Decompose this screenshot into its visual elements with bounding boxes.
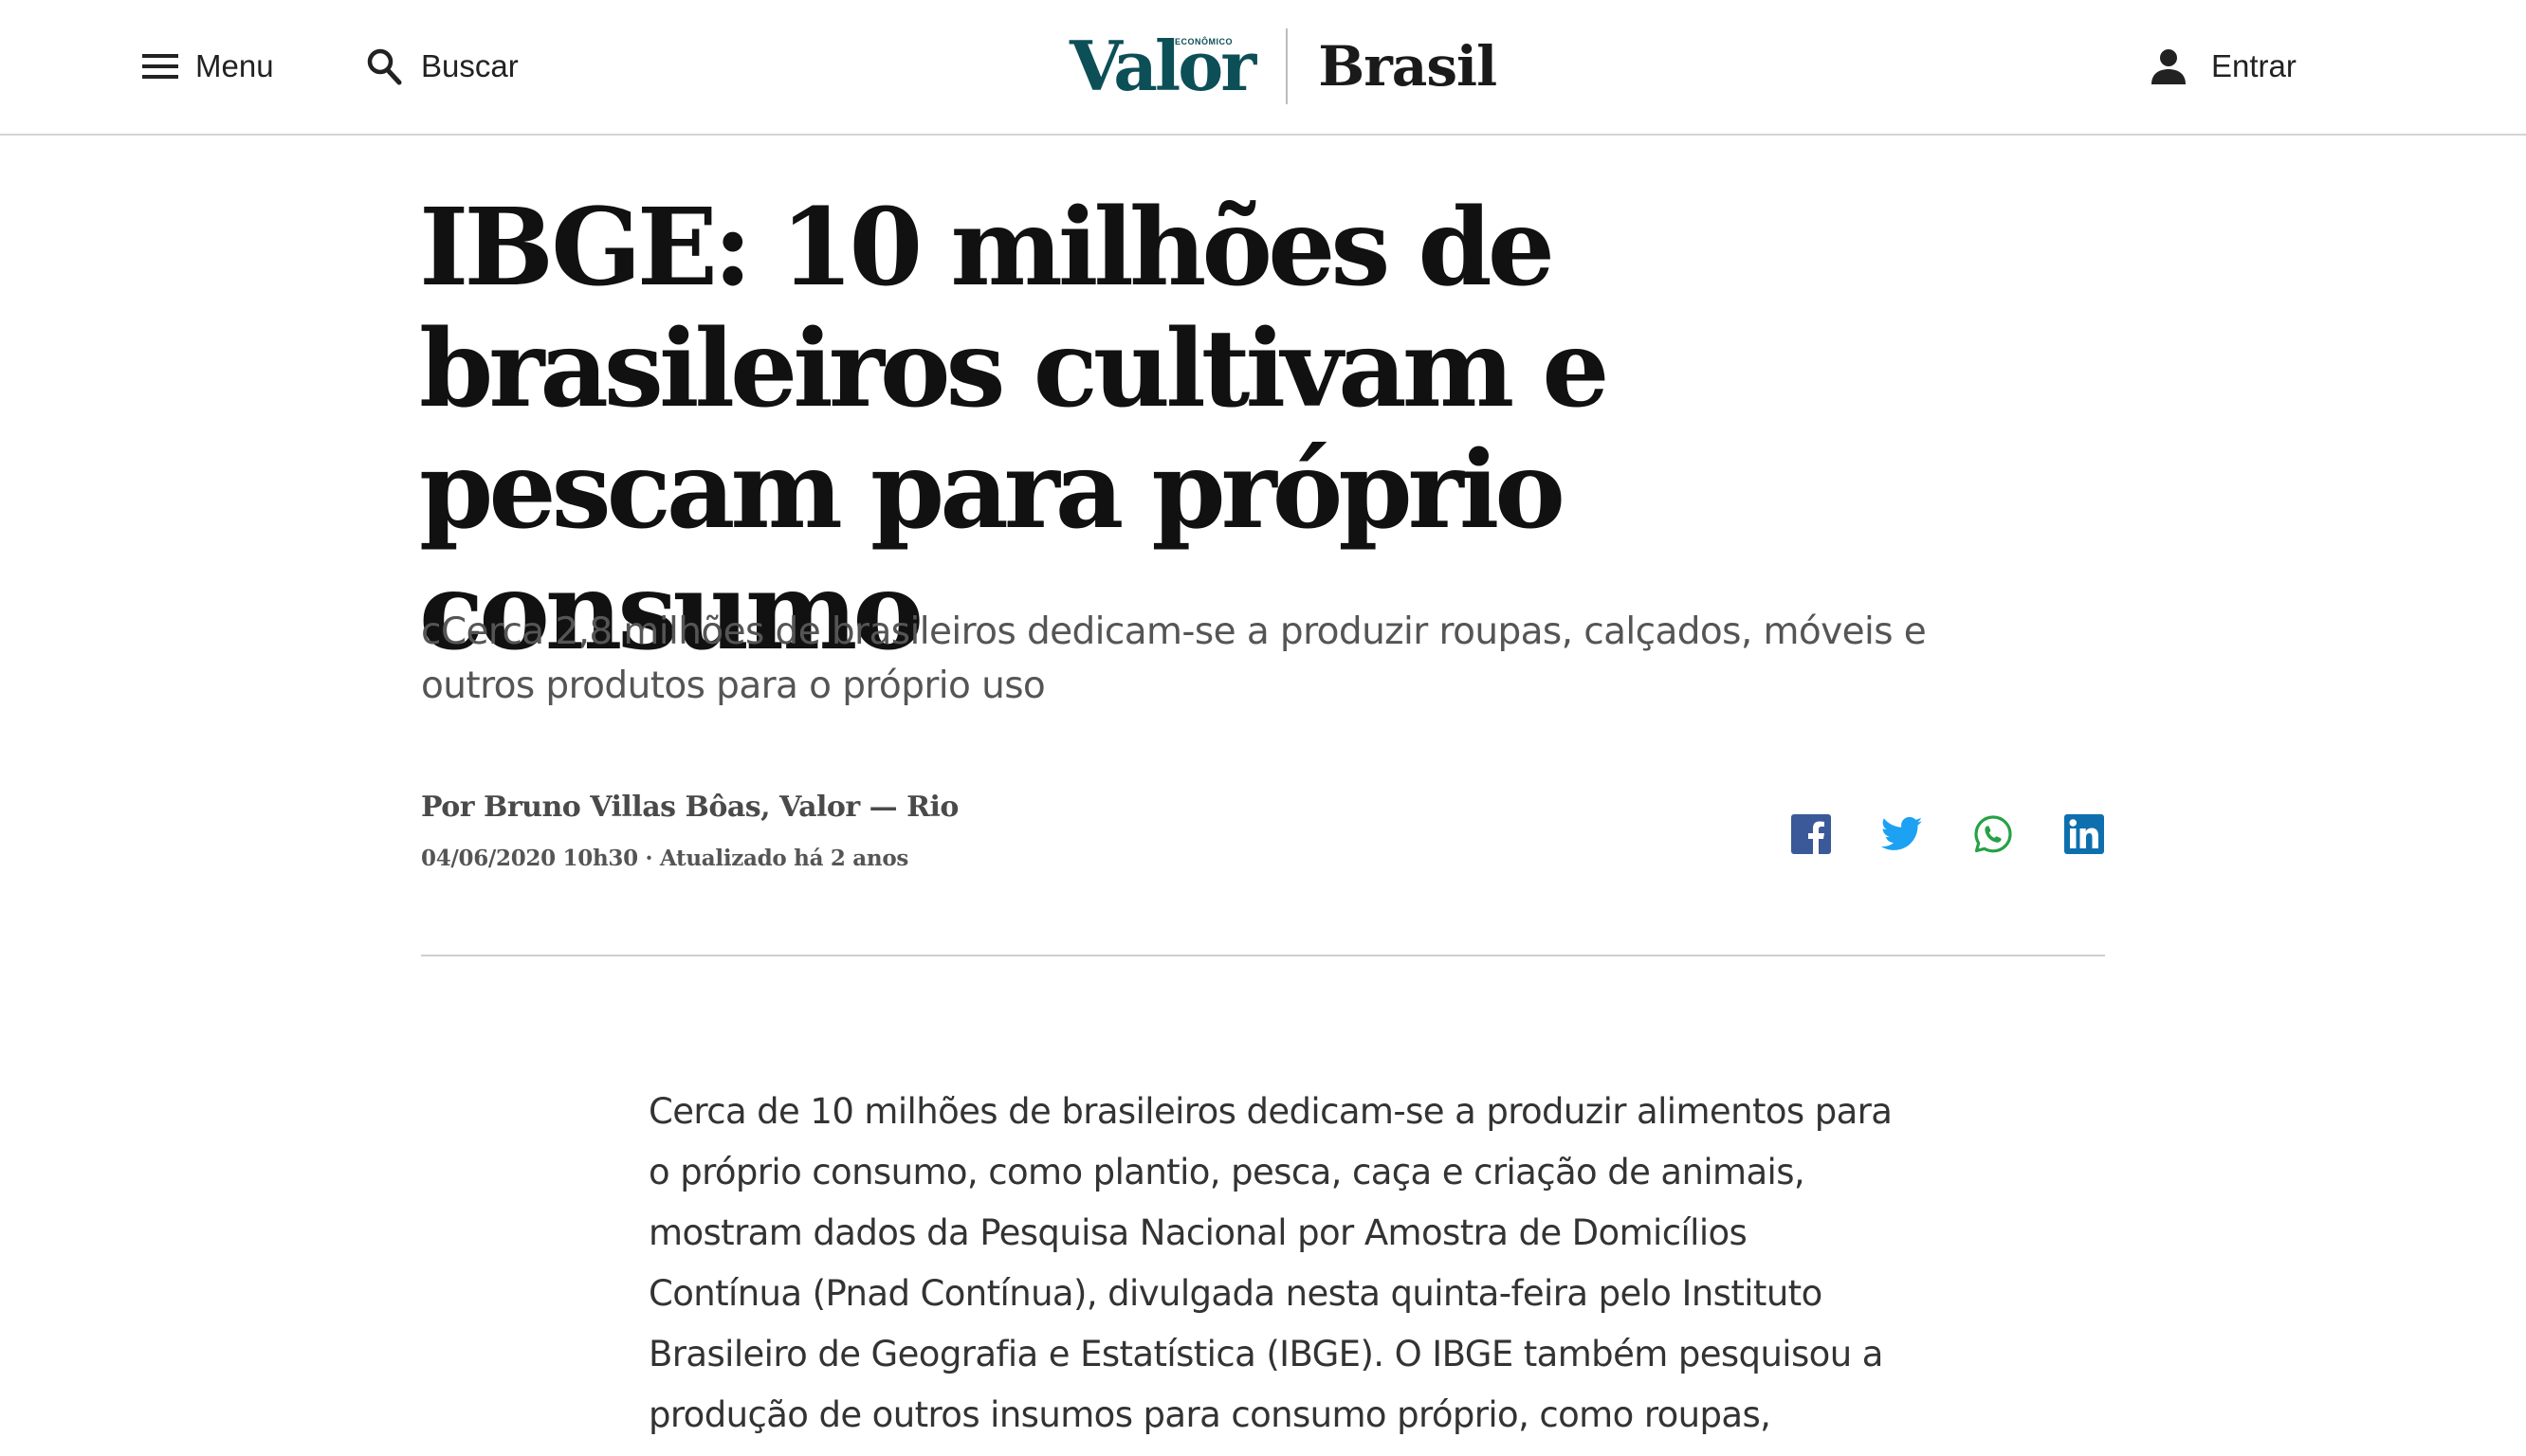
share-facebook-button[interactable] <box>1788 811 1834 857</box>
login-button[interactable]: Entrar <box>2151 36 2297 97</box>
article-byline: Por Bruno Villas Bôas, Valor — Rio <box>421 791 959 824</box>
article-body-paragraph: Cerca de 10 milhões de brasileiros dedic… <box>649 1091 1893 1435</box>
valor-logo[interactable]: Valor ECONÔMICO <box>1070 32 1256 100</box>
hamburger-icon <box>142 53 178 80</box>
article-headline: IBGE: 10 milhões de brasileiros cultivam… <box>419 186 1609 674</box>
article-dateline: 04/06/2020 10h30 · Atualizado há 2 anos <box>421 846 909 871</box>
brand-divider <box>1286 28 1289 104</box>
menu-label: Menu <box>195 48 274 83</box>
facebook-icon <box>1791 814 1831 854</box>
linkedin-icon <box>2064 814 2104 854</box>
twitter-icon <box>1881 816 1923 852</box>
logo-superscript: ECONÔMICO <box>1175 37 1234 46</box>
share-linkedin-button[interactable] <box>2061 811 2107 857</box>
whatsapp-icon <box>1973 814 2013 854</box>
article-divider <box>421 955 2105 956</box>
menu-button[interactable]: Menu <box>142 36 274 97</box>
site-header: Menu Buscar Valor ECONÔMICO Brasil Entra… <box>0 0 2526 136</box>
magnifier-icon <box>366 47 402 85</box>
brand-lockup: Valor ECONÔMICO Brasil <box>1070 21 1497 112</box>
person-icon <box>2151 47 2187 85</box>
login-label: Entrar <box>2211 48 2297 83</box>
share-twitter-button[interactable] <box>1879 811 1925 857</box>
article-subtitle: cCerca 2,8 milhões de brasileiros dedica… <box>421 610 1927 707</box>
page: Menu Buscar Valor ECONÔMICO Brasil Entra… <box>0 0 2526 1456</box>
share-whatsapp-button[interactable] <box>1970 811 2016 857</box>
search-label: Buscar <box>421 48 519 83</box>
section-name[interactable]: Brasil <box>1318 39 1497 94</box>
search-button[interactable]: Buscar <box>366 36 519 97</box>
